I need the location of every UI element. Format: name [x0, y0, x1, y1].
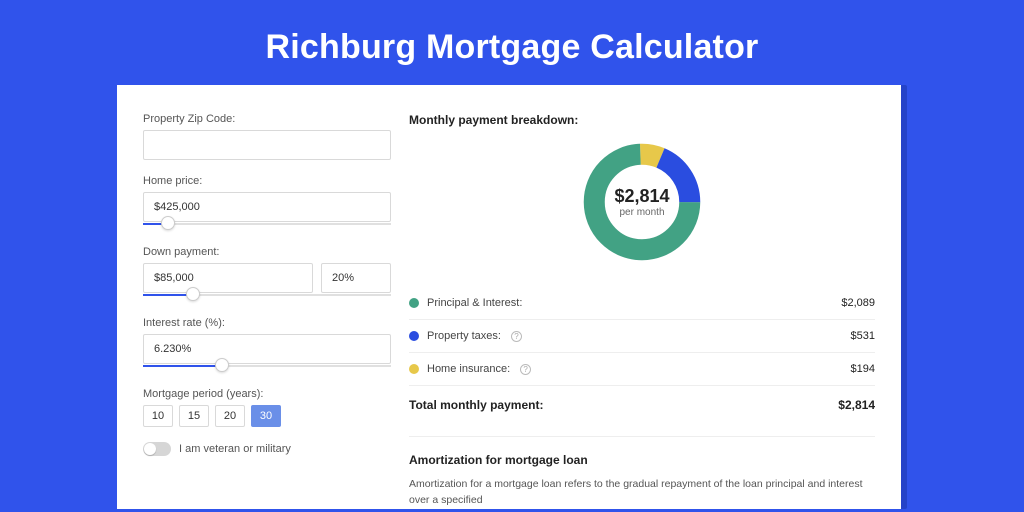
donut-amount: $2,814 [614, 186, 669, 207]
legend-name: Home insurance: [427, 363, 510, 375]
home-price-slider[interactable] [143, 221, 391, 231]
info-icon[interactable]: ? [511, 331, 522, 342]
period-button-30[interactable]: 30 [251, 405, 281, 427]
slider-thumb[interactable] [215, 358, 229, 372]
input-column: Property Zip Code: Home price: Down paym… [143, 113, 391, 509]
panel-shadow: Property Zip Code: Home price: Down paym… [117, 85, 907, 509]
down-payment-pct-input[interactable] [321, 263, 391, 293]
period-button-15[interactable]: 15 [179, 405, 209, 427]
info-icon[interactable]: ? [520, 364, 531, 375]
slider-thumb[interactable] [161, 216, 175, 230]
down-payment-input[interactable] [143, 263, 313, 293]
donut-sub: per month [614, 207, 669, 218]
interest-input[interactable] [143, 334, 391, 364]
veteran-row: I am veteran or military [143, 442, 391, 456]
zip-label: Property Zip Code: [143, 113, 391, 125]
down-payment-slider[interactable] [143, 292, 391, 302]
interest-slider[interactable] [143, 363, 391, 373]
legend-name: Property taxes: [427, 330, 501, 342]
legend-list: Principal & Interest: $2,089 Property taxe… [409, 287, 875, 386]
total-value: $2,814 [838, 398, 875, 412]
legend-name: Principal & Interest: [427, 297, 522, 309]
page-title: Richburg Mortgage Calculator [0, 0, 1024, 85]
payment-donut-chart: $2,814 per month [409, 139, 875, 265]
calculator-panel: Property Zip Code: Home price: Down paym… [117, 85, 901, 509]
veteran-label: I am veteran or military [179, 443, 291, 455]
veteran-toggle[interactable] [143, 442, 171, 456]
down-payment-group: Down payment: [143, 246, 391, 302]
legend-value: $2,089 [841, 297, 875, 309]
legend-value: $194 [851, 363, 875, 375]
interest-group: Interest rate (%): [143, 317, 391, 373]
total-label: Total monthly payment: [409, 398, 543, 412]
period-group: Mortgage period (years): 10 15 20 30 [143, 388, 391, 427]
period-buttons: 10 15 20 30 [143, 405, 391, 427]
period-button-10[interactable]: 10 [143, 405, 173, 427]
legend-row: Home insurance:? $194 [409, 353, 875, 386]
amortization-header: Amortization for mortgage loan [409, 436, 875, 467]
home-price-input[interactable] [143, 192, 391, 222]
home-price-group: Home price: [143, 175, 391, 231]
zip-input[interactable] [143, 130, 391, 160]
period-button-20[interactable]: 20 [215, 405, 245, 427]
down-payment-label: Down payment: [143, 246, 391, 258]
legend-row: Principal & Interest: $2,089 [409, 287, 875, 320]
legend-value: $531 [851, 330, 875, 342]
results-column: Monthly payment breakdown: $2,814 per mo… [391, 113, 875, 509]
total-row: Total monthly payment: $2,814 [409, 386, 875, 428]
legend-row: Property taxes:? $531 [409, 320, 875, 353]
slider-thumb[interactable] [186, 287, 200, 301]
zip-group: Property Zip Code: [143, 113, 391, 160]
donut-center: $2,814 per month [614, 186, 669, 218]
interest-label: Interest rate (%): [143, 317, 391, 329]
legend-dot-icon [409, 364, 419, 374]
amortization-body: Amortization for a mortgage loan refers … [409, 477, 875, 509]
legend-dot-icon [409, 298, 419, 308]
period-label: Mortgage period (years): [143, 388, 391, 400]
breakdown-header: Monthly payment breakdown: [409, 113, 875, 127]
home-price-label: Home price: [143, 175, 391, 187]
legend-dot-icon [409, 331, 419, 341]
